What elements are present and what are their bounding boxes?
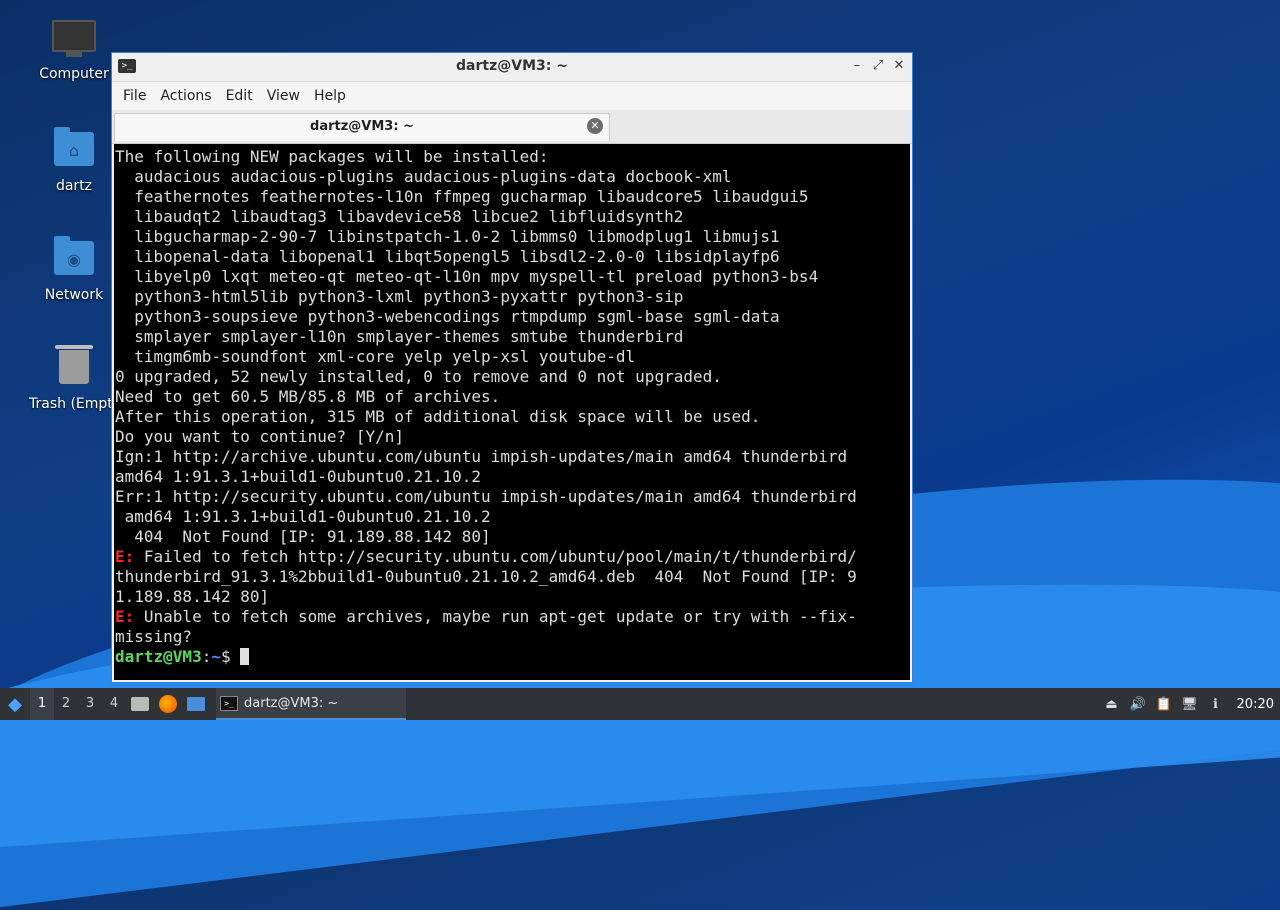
file-manager-icon[interactable] xyxy=(126,688,154,720)
terminal-line: libaudqt2 libaudtag3 libavdevice58 libcu… xyxy=(115,207,684,226)
error-text: Unable to fetch some archives, maybe run… xyxy=(134,607,857,626)
text-cursor xyxy=(240,648,250,665)
menu-file[interactable]: File xyxy=(116,88,153,104)
terminal-output[interactable]: The following NEW packages will be insta… xyxy=(114,144,910,680)
menu-actions[interactable]: Actions xyxy=(153,88,218,104)
prompt-path: ~ xyxy=(211,647,221,666)
terminal-line: smplayer smplayer-l10n smplayer-themes s… xyxy=(115,327,684,346)
trash-icon xyxy=(52,345,96,390)
terminal-line: libopenal-data libopenal1 libqt5opengl5 … xyxy=(115,247,780,266)
workspace-3[interactable]: 3 xyxy=(78,688,102,720)
system-tray: ⏏ 🔊 📋 🖥 ℹ 20:20 xyxy=(1099,688,1280,720)
desktop-icon-trash[interactable]: Trash (Empty) xyxy=(29,345,127,412)
terminal-line: amd64 1:91.3.1+build1-0ubuntu0.21.10.2 xyxy=(115,507,491,526)
network-folder-icon: ◉ xyxy=(52,236,96,281)
menu-edit[interactable]: Edit xyxy=(219,88,260,104)
update-notifier-icon[interactable]: ℹ xyxy=(1203,688,1229,720)
clock[interactable]: 20:20 xyxy=(1229,697,1280,712)
terminal-line: Need to get 60.5 MB/85.8 MB of archives. xyxy=(115,387,501,406)
prompt-symbol: $ xyxy=(220,647,241,666)
error-prefix: E: xyxy=(115,607,135,626)
menu-bar: File Actions Edit View Help xyxy=(112,82,912,110)
tab-bar: dartz@VM3: ~ ✕ xyxy=(112,110,912,144)
close-button[interactable]: ✕ xyxy=(890,57,908,75)
terminal-line: 1.189.88.142 80] xyxy=(115,587,270,606)
terminal-task-icon: >_ xyxy=(220,695,238,711)
terminal-error-line: E: Failed to fetch http://security.ubunt… xyxy=(115,547,910,567)
prompt-user: dartz@VM3 xyxy=(115,647,202,666)
network-icon[interactable]: 🖥 xyxy=(1177,688,1203,720)
minimize-button[interactable]: – xyxy=(848,57,866,75)
terminal-line: Do you want to continue? [Y/n] xyxy=(115,427,404,446)
maximize-button[interactable]: ⤢ xyxy=(869,57,887,75)
terminal-prompt-line[interactable]: dartz@VM3:~$ xyxy=(115,647,910,667)
home-folder-icon: ⌂ xyxy=(52,127,96,172)
terminal-error-line: E: Unable to fetch some archives, maybe … xyxy=(115,607,910,627)
taskbar: ◆ 1 2 3 4 >_ dartz@VM3: ~ ⏏ 🔊 📋 🖥 ℹ 20:2… xyxy=(0,688,1280,720)
terminal-window: >_ dartz@VM3: ~ – ⤢ ✕ File Actions Edit … xyxy=(111,52,913,683)
desktop-icon-label: dartz xyxy=(55,178,93,194)
terminal-line: thunderbird_91.3.1%2bbuild1-0ubuntu0.21.… xyxy=(115,567,857,586)
terminal-line: 0 upgraded, 52 newly installed, 0 to rem… xyxy=(115,367,722,386)
terminal-line: audacious audacious-plugins audacious-pl… xyxy=(115,167,732,186)
tab-close-icon[interactable]: ✕ xyxy=(587,118,603,134)
clipboard-icon[interactable]: 📋 xyxy=(1151,688,1177,720)
firefox-icon[interactable] xyxy=(154,688,182,720)
window-titlebar[interactable]: >_ dartz@VM3: ~ – ⤢ ✕ xyxy=(112,53,912,82)
volume-icon[interactable]: 🔊 xyxy=(1125,688,1151,720)
terminal-line: timgm6mb-soundfont xml-core yelp yelp-xs… xyxy=(115,347,636,366)
terminal-line: Err:1 http://security.ubuntu.com/ubuntu … xyxy=(115,487,857,506)
eject-icon[interactable]: ⏏ xyxy=(1099,688,1125,720)
computer-icon xyxy=(52,20,96,60)
taskbar-task-terminal[interactable]: >_ dartz@VM3: ~ xyxy=(216,688,406,720)
start-menu-icon[interactable]: ◆ xyxy=(0,688,30,720)
terminal-line: python3-html5lib python3-lxml python3-py… xyxy=(115,287,684,306)
desktop-icon-home[interactable]: ⌂ dartz xyxy=(29,127,119,194)
menu-view[interactable]: View xyxy=(260,88,307,104)
show-desktop-icon[interactable] xyxy=(182,688,210,720)
terminal-line: Ign:1 http://archive.ubuntu.com/ubuntu i… xyxy=(115,447,848,466)
terminal-line: libgucharmap-2-90-7 libinstpatch-1.0-2 l… xyxy=(115,227,780,246)
terminal-line: libyelp0 lxqt meteo-qt meteo-qt-l10n mpv… xyxy=(115,267,819,286)
desktop-icon-network[interactable]: ◉ Network xyxy=(29,236,119,303)
terminal-line: amd64 1:91.3.1+build1-0ubuntu0.21.10.2 xyxy=(115,467,482,486)
menu-help[interactable]: Help xyxy=(307,88,353,104)
workspace-2[interactable]: 2 xyxy=(54,688,78,720)
workspace-1[interactable]: 1 xyxy=(30,688,54,720)
prompt-separator: : xyxy=(201,647,212,666)
desktop-icon-label: Trash (Empty) xyxy=(29,396,127,412)
desktop-icon-label: Network xyxy=(44,287,104,303)
error-prefix: E: xyxy=(115,547,135,566)
tab-title: dartz@VM3: ~ xyxy=(310,119,414,134)
tab-terminal[interactable]: dartz@VM3: ~ ✕ xyxy=(114,113,610,141)
workspace-4[interactable]: 4 xyxy=(102,688,126,720)
error-text: Failed to fetch http://security.ubuntu.c… xyxy=(134,547,857,566)
terminal-line: After this operation, 315 MB of addition… xyxy=(115,407,761,426)
terminal-line: 404 Not Found [IP: 91.189.88.142 80] xyxy=(115,527,491,546)
desktop-icon-label: Computer xyxy=(39,66,109,82)
task-label: dartz@VM3: ~ xyxy=(244,695,339,711)
desktop-icon-computer[interactable]: Computer xyxy=(29,20,119,82)
terminal-line: feathernotes feathernotes-l10n ffmpeg gu… xyxy=(115,187,809,206)
terminal-line: missing? xyxy=(115,627,193,646)
terminal-line: The following NEW packages will be insta… xyxy=(115,147,549,166)
terminal-line: python3-soupsieve python3-webencodings r… xyxy=(115,307,780,326)
window-title: dartz@VM3: ~ xyxy=(456,58,568,74)
